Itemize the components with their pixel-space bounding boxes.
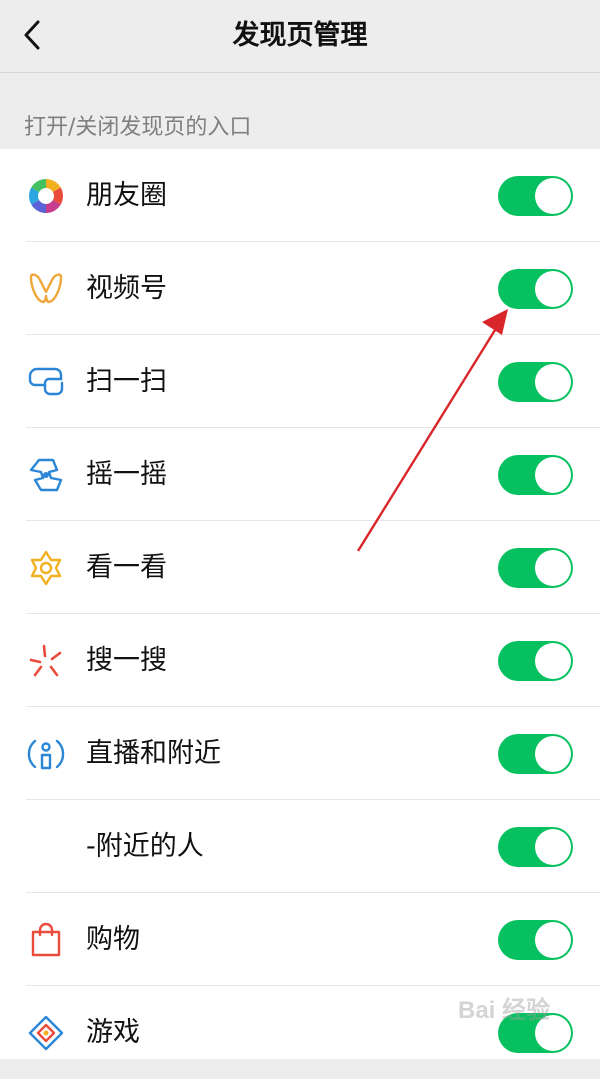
search-icon xyxy=(27,642,65,680)
toggle-knob xyxy=(535,736,571,772)
list-item-top-stories[interactable]: 看一看 xyxy=(0,521,600,614)
toggle-switch[interactable] xyxy=(498,548,573,588)
list-item-channels[interactable]: 视频号 xyxy=(0,242,600,335)
list-item-live-nearby[interactable]: 直播和附近 xyxy=(0,707,600,800)
toggle-switch[interactable] xyxy=(498,455,573,495)
toggle-knob xyxy=(535,457,571,493)
item-label: -附近的人 xyxy=(86,831,204,862)
top-stories-icon xyxy=(27,549,65,587)
toggle-knob xyxy=(535,271,571,307)
toggle-switch[interactable] xyxy=(498,734,573,774)
list-item-people-nearby[interactable]: -附近的人 xyxy=(0,800,600,893)
list-item-shopping[interactable]: 购物 xyxy=(0,893,600,986)
toggle-knob xyxy=(535,178,571,214)
list-item-scan[interactable]: 扫一扫 xyxy=(0,335,600,428)
toggle-switch[interactable] xyxy=(498,176,573,216)
item-label: 直播和附近 xyxy=(86,738,221,769)
toggle-switch[interactable] xyxy=(498,827,573,867)
section-header: 打开/关闭发现页的入口 xyxy=(0,73,600,149)
list-item-moments[interactable]: 朋友圈 xyxy=(0,149,600,242)
scan-icon xyxy=(27,363,65,401)
toggle-switch[interactable] xyxy=(498,362,573,402)
watermark: Bai 经验 xyxy=(458,997,551,1024)
item-label: 朋友圈 xyxy=(86,180,167,211)
list-item-search[interactable]: 搜一搜 xyxy=(0,614,600,707)
navigation-bar: 发现页管理 xyxy=(0,0,600,73)
item-label: 摇一摇 xyxy=(86,459,167,490)
toggle-knob xyxy=(535,550,571,586)
item-label: 看一看 xyxy=(86,552,167,583)
toggle-knob xyxy=(535,829,571,865)
channels-icon xyxy=(27,270,65,308)
toggle-knob xyxy=(535,643,571,679)
list-item-shake[interactable]: 摇一摇 xyxy=(0,428,600,521)
toggle-switch[interactable] xyxy=(498,641,573,681)
page-title: 发现页管理 xyxy=(232,20,368,51)
moments-icon xyxy=(27,177,65,215)
item-label: 搜一搜 xyxy=(86,645,167,676)
item-label: 视频号 xyxy=(86,273,167,304)
live-nearby-icon xyxy=(27,735,65,773)
toggle-knob xyxy=(535,922,571,958)
section-header-label: 打开/关闭发现页的入口 xyxy=(24,115,252,140)
settings-list: 朋友圈 视频号 扫一扫 摇一摇 看一看 搜一搜 直播和附近 -附近的人 购物 游… xyxy=(0,149,600,1059)
item-label: 购物 xyxy=(86,924,140,955)
toggle-switch[interactable] xyxy=(498,269,573,309)
shopping-bag-icon xyxy=(27,921,65,959)
shake-icon xyxy=(27,456,65,494)
item-label: 扫一扫 xyxy=(86,366,167,397)
games-icon xyxy=(27,1014,65,1052)
toggle-switch[interactable] xyxy=(498,920,573,960)
item-label: 游戏 xyxy=(86,1017,140,1048)
toggle-knob xyxy=(535,364,571,400)
